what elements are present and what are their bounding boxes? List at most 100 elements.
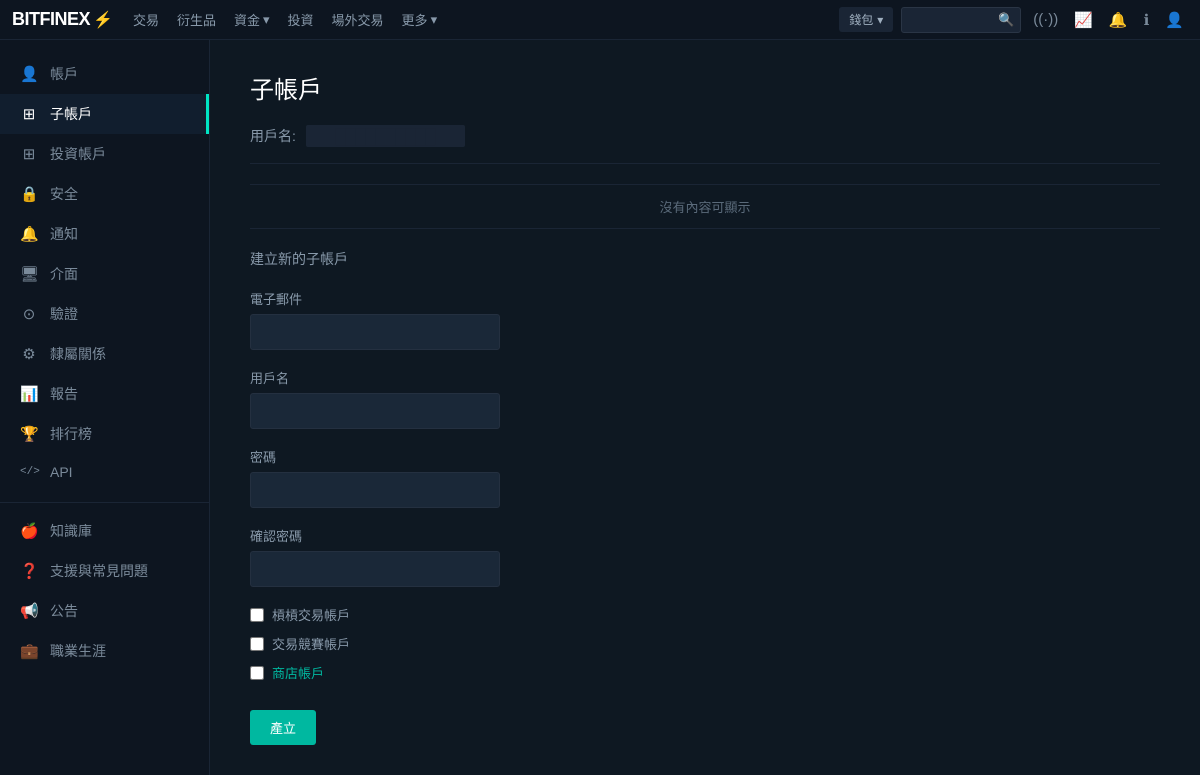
sidebar-item-label-career: 職業生涯	[50, 641, 106, 661]
username-row: 用戶名: ██████████	[250, 125, 1160, 147]
chevron-down-icon-more: ▾	[431, 12, 438, 28]
create-section-title: 建立新的子帳戶	[250, 249, 1160, 269]
sidebar-item-knowledge-base[interactable]: 🍎 知識庫	[0, 511, 209, 551]
sidebar-item-label-account: 帳戶	[50, 64, 78, 84]
confirm-password-form-group: 確認密碼	[250, 526, 1160, 587]
notification-icon: 🔔	[20, 225, 38, 243]
confirm-password-input[interactable]	[250, 551, 500, 587]
monitor-icon: 🖥	[20, 265, 38, 283]
sidebar-item-label-announcement: 公告	[50, 601, 78, 621]
email-label: 電子郵件	[250, 289, 1160, 308]
sidebar-item-label-security: 安全	[50, 184, 78, 204]
sidebar-item-report[interactable]: 📊 報告	[0, 374, 209, 414]
main-nav: 交易 衍生品 資金 ▾ 投資 場外交易 更多 ▾	[133, 10, 839, 29]
sidebar-item-account[interactable]: 👤 帳戶	[0, 54, 209, 94]
affiliation-icon: ⚙	[20, 345, 38, 363]
sidebar-item-verification[interactable]: ⊙ 驗證	[0, 294, 209, 334]
sidebar-item-label-api: API	[50, 464, 73, 480]
sidebar-item-announcement[interactable]: 📢 公告	[0, 591, 209, 631]
password-label: 密碼	[250, 447, 1160, 466]
shop-account-checkbox[interactable]	[250, 666, 264, 680]
username-value: ██████████	[306, 125, 465, 147]
sidebar-item-support[interactable]: ❓ 支援與常見問題	[0, 551, 209, 591]
wallet-button[interactable]: 錢包 ▾	[839, 7, 893, 32]
help-icon[interactable]: ℹ	[1140, 7, 1154, 33]
margin-account-checkbox[interactable]	[250, 608, 264, 622]
sidebar-item-sub-account[interactable]: ⊞ 子帳戶	[0, 94, 209, 134]
password-input[interactable]	[250, 472, 500, 508]
submit-button[interactable]: 產立	[250, 710, 316, 745]
trading-competition-label: 交易競賽帳戶	[272, 634, 350, 653]
sidebar-item-interface[interactable]: 🖥 介面	[0, 254, 209, 294]
main-content: 子帳戶 用戶名: ██████████ 沒有內容可顯示 建立新的子帳戶 電子郵件…	[210, 40, 1200, 775]
verification-icon: ⊙	[20, 305, 38, 323]
sidebar-main-section: 👤 帳戶 ⊞ 子帳戶 ⊞ 投資帳戶 🔒 安全 🔔 通知 🖥 介面	[0, 50, 209, 494]
chart-icon[interactable]: 📈	[1070, 7, 1097, 33]
nav-item-otc[interactable]: 場外交易	[332, 10, 384, 29]
sidebar: 👤 帳戶 ⊞ 子帳戶 ⊞ 投資帳戶 🔒 安全 🔔 通知 🖥 介面	[0, 40, 210, 775]
trading-competition-checkbox-item[interactable]: 交易競賽帳戶	[250, 634, 1160, 653]
nav-item-more[interactable]: 更多 ▾	[402, 10, 438, 29]
email-form-group: 電子郵件	[250, 289, 1160, 350]
sidebar-item-affiliation[interactable]: ⚙ 隸屬關係	[0, 334, 209, 374]
chevron-down-icon: ▾	[263, 12, 270, 28]
trophy-icon: 🏆	[20, 425, 38, 443]
margin-account-label: 槓槓交易帳戶	[272, 605, 350, 624]
username-input[interactable]	[250, 393, 500, 429]
sidebar-item-leaderboard[interactable]: 🏆 排行榜	[0, 414, 209, 454]
logo-text: BITFINEX	[12, 9, 90, 30]
sidebar-item-invest-account[interactable]: ⊞ 投資帳戶	[0, 134, 209, 174]
logo-icon: ⚡	[93, 10, 113, 30]
sidebar-item-label-notification: 通知	[50, 224, 78, 244]
nav-item-funds[interactable]: 資金 ▾	[234, 10, 270, 29]
username-form-group: 用戶名	[250, 368, 1160, 429]
margin-account-checkbox-item[interactable]: 槓槓交易帳戶	[250, 605, 1160, 624]
divider	[250, 163, 1160, 164]
bell-icon[interactable]: 🔔	[1105, 7, 1132, 33]
sidebar-item-api[interactable]: </> API	[0, 454, 209, 490]
report-icon: 📊	[20, 385, 38, 403]
header: BITFINEX ⚡ 交易 衍生品 資金 ▾ 投資 場外交易 更多 ▾ 錢包 ▾…	[0, 0, 1200, 40]
sidebar-item-label-report: 報告	[50, 384, 78, 404]
career-icon: 💼	[20, 642, 38, 660]
lock-icon: 🔒	[20, 185, 38, 203]
sidebar-item-career[interactable]: 💼 職業生涯	[0, 631, 209, 671]
email-input[interactable]	[250, 314, 500, 350]
api-icon: </>	[20, 466, 38, 478]
sidebar-item-label-knowledge-base: 知識庫	[50, 521, 92, 541]
sidebar-item-label-leaderboard: 排行榜	[50, 424, 92, 444]
invest-account-icon: ⊞	[20, 145, 38, 163]
account-icon: 👤	[20, 65, 38, 83]
nav-item-trade[interactable]: 交易	[133, 10, 159, 29]
username-label: 用戶名:	[250, 126, 296, 146]
announcement-icon: 📢	[20, 602, 38, 620]
search-input[interactable]	[908, 13, 998, 27]
sidebar-item-label-verification: 驗證	[50, 304, 78, 324]
confirm-password-label: 確認密碼	[250, 526, 1160, 545]
sidebar-item-label-affiliation: 隸屬關係	[50, 344, 106, 364]
user-icon[interactable]: 👤	[1161, 7, 1188, 33]
logo[interactable]: BITFINEX ⚡	[12, 9, 113, 30]
no-content-message: 沒有內容可顯示	[250, 184, 1160, 229]
sidebar-item-label-support: 支援與常見問題	[50, 561, 148, 581]
chevron-down-icon-wallet: ▾	[877, 13, 883, 27]
shop-account-checkbox-item[interactable]: 商店帳戶	[250, 663, 1160, 682]
sidebar-item-security[interactable]: 🔒 安全	[0, 174, 209, 214]
layout: 👤 帳戶 ⊞ 子帳戶 ⊞ 投資帳戶 🔒 安全 🔔 通知 🖥 介面	[0, 40, 1200, 775]
username-form-label: 用戶名	[250, 368, 1160, 387]
search-box[interactable]: 🔍	[901, 7, 1021, 33]
sidebar-item-notification[interactable]: 🔔 通知	[0, 214, 209, 254]
wifi-icon[interactable]: ((·))	[1029, 7, 1062, 32]
question-icon: ❓	[20, 562, 38, 580]
knowledge-icon: 🍎	[20, 522, 38, 540]
sidebar-item-label-interface: 介面	[50, 264, 78, 284]
trading-competition-checkbox[interactable]	[250, 637, 264, 651]
sidebar-support-section: 🍎 知識庫 ❓ 支援與常見問題 📢 公告 💼 職業生涯	[0, 502, 209, 675]
password-form-group: 密碼	[250, 447, 1160, 508]
nav-item-derivatives[interactable]: 衍生品	[177, 10, 216, 29]
sidebar-item-label-invest-account: 投資帳戶	[50, 144, 106, 164]
sidebar-item-label-sub-account: 子帳戶	[50, 104, 92, 124]
nav-item-invest[interactable]: 投資	[288, 10, 314, 29]
header-right: 錢包 ▾ 🔍 ((·)) 📈 🔔 ℹ 👤	[839, 7, 1188, 33]
page-title: 子帳戶	[250, 70, 1160, 105]
